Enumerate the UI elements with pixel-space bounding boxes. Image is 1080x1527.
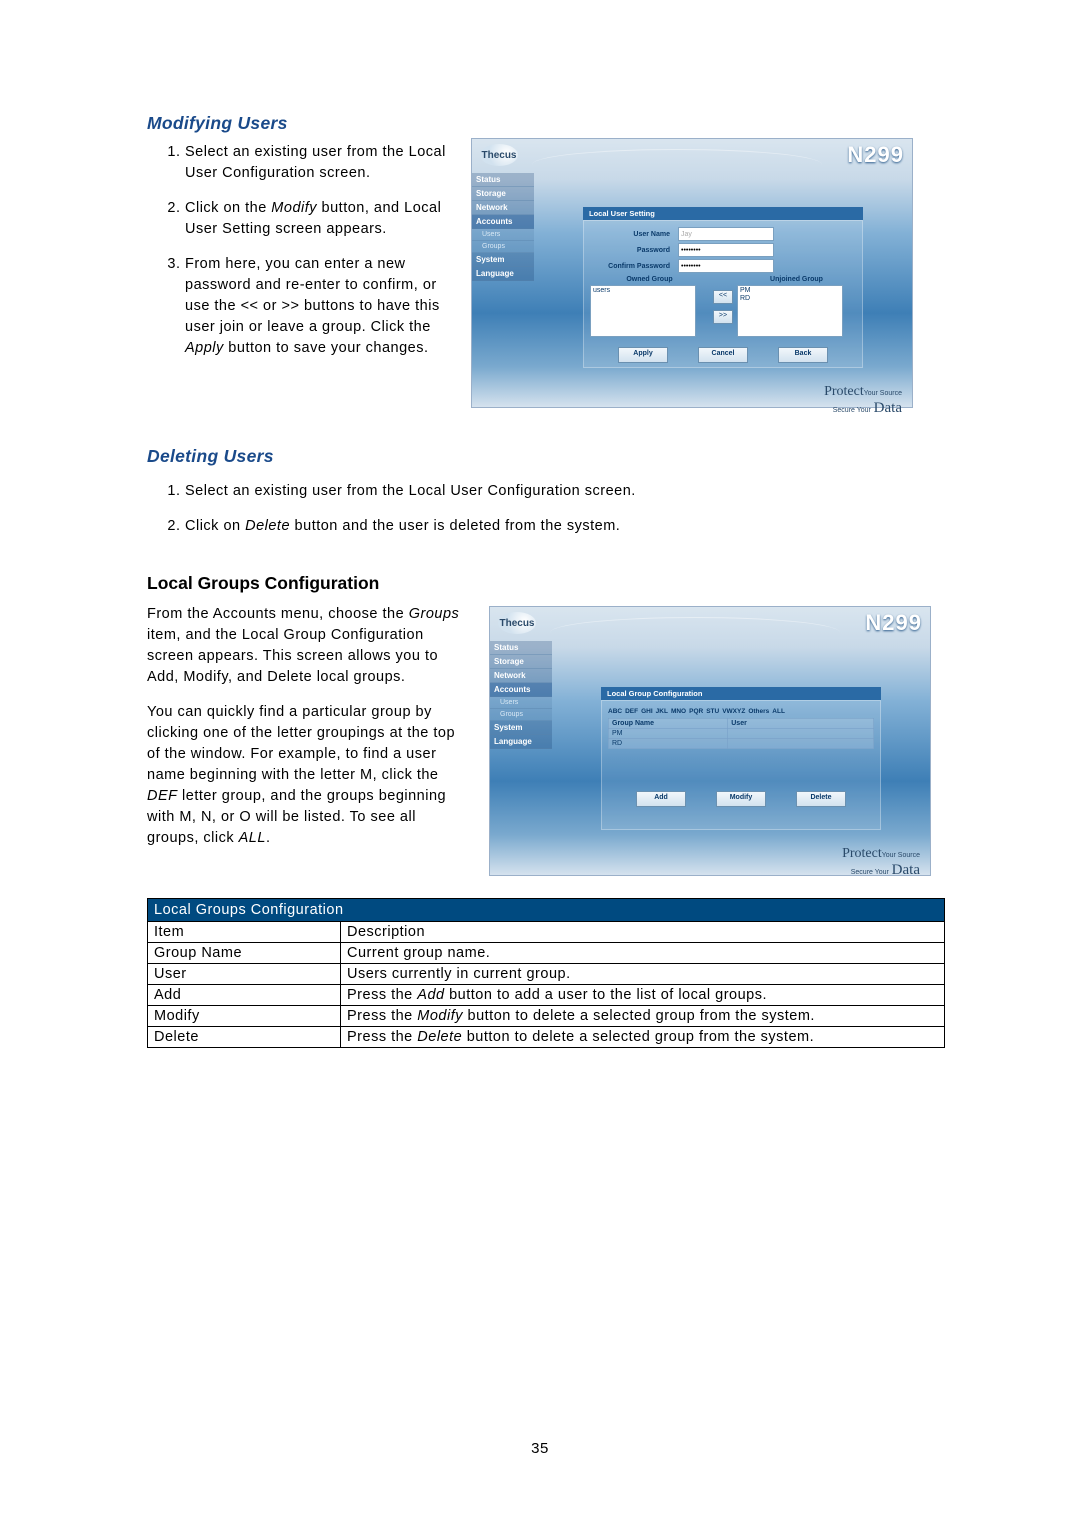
nav-users[interactable]: Users <box>472 229 534 241</box>
step: Click on the Modify button, and Local Us… <box>185 198 447 240</box>
panel-title: Local User Setting <box>583 207 863 220</box>
alpha-group[interactable]: STU <box>706 708 719 715</box>
nav-accounts[interactable]: Accounts <box>472 215 534 229</box>
section-deleting-users: Deleting Users <box>147 446 945 467</box>
nav-storage[interactable]: Storage <box>490 655 552 669</box>
alpha-filter: ABC DEF GHI JKL MNO PQR STU VWXYZ Others <box>608 708 874 715</box>
input-password[interactable] <box>678 243 774 257</box>
section-local-groups: Local Groups Configuration <box>147 573 945 594</box>
nav-status[interactable]: Status <box>472 173 534 187</box>
table-row: AddPress the Add button to add a user to… <box>148 985 945 1006</box>
alpha-group[interactable]: VWXYZ <box>722 708 745 715</box>
modifying-users-steps: Select an existing user from the Local U… <box>157 142 447 359</box>
nav-groups[interactable]: Groups <box>490 709 552 721</box>
back-button[interactable]: Back <box>778 347 828 363</box>
delete-button[interactable]: Delete <box>796 791 846 807</box>
table-row: Group NameCurrent group name. <box>148 943 945 964</box>
nav-network[interactable]: Network <box>472 201 534 215</box>
page-number: 35 <box>0 1440 1080 1457</box>
label-unjoined-group: Unjoined Group <box>737 276 856 283</box>
screenshot-local-group-config: Thecus N299 Status Storage Network Accou… <box>489 606 931 876</box>
nav-network[interactable]: Network <box>490 669 552 683</box>
apply-button[interactable]: Apply <box>618 347 668 363</box>
input-username[interactable] <box>678 227 774 241</box>
paragraph: From the Accounts menu, choose the Group… <box>147 604 465 688</box>
label-password: Password <box>590 247 678 254</box>
input-confirm[interactable] <box>678 259 774 273</box>
alpha-group[interactable]: PQR <box>689 708 703 715</box>
nav-language[interactable]: Language <box>472 267 534 281</box>
col-header: Item <box>148 922 341 943</box>
alpha-group[interactable]: ABC <box>608 708 622 715</box>
nav-storage[interactable]: Storage <box>472 187 534 201</box>
alpha-group[interactable]: JKL <box>656 708 668 715</box>
table-row: UserUsers currently in current group. <box>148 964 945 985</box>
sidebar-nav: Status Storage Network Accounts Users Gr… <box>472 171 534 378</box>
alpha-group[interactable]: DEF <box>625 708 638 715</box>
move-left-button[interactable]: << <box>713 290 733 304</box>
nav-system[interactable]: System <box>472 253 534 267</box>
doc-table: Local Groups Configuration Item Descript… <box>147 898 945 1048</box>
section-modifying-users: Modifying Users <box>147 113 945 134</box>
listbox-unjoined[interactable]: PM RD <box>737 285 843 337</box>
label-owned-group: Owned Group <box>590 276 709 283</box>
brand-logo: Thecus <box>498 612 536 634</box>
nav-users[interactable]: Users <box>490 697 552 709</box>
label-confirm: Confirm Password <box>590 263 678 270</box>
table-row[interactable]: PM <box>609 729 874 739</box>
brand-logo: Thecus <box>480 144 518 166</box>
add-button[interactable]: Add <box>636 791 686 807</box>
step: Select an existing user from the Local U… <box>185 481 945 502</box>
nav-status[interactable]: Status <box>490 641 552 655</box>
model-label: N299 <box>865 610 922 636</box>
model-label: N299 <box>847 142 904 168</box>
step: Click on Delete button and the user is d… <box>185 516 945 537</box>
alpha-group[interactable]: GHI <box>641 708 653 715</box>
step: Select an existing user from the Local U… <box>185 142 447 184</box>
paragraph: You can quickly find a particular group … <box>147 702 465 849</box>
modify-button[interactable]: Modify <box>716 791 766 807</box>
sidebar-nav: Status Storage Network Accounts Users Gr… <box>490 639 552 840</box>
deleting-users-steps: Select an existing user from the Local U… <box>157 481 945 537</box>
table-row[interactable]: RD <box>609 739 874 749</box>
col-header: Group Name <box>609 719 728 729</box>
label-username: User Name <box>590 231 678 238</box>
listbox-owned[interactable]: users <box>590 285 696 337</box>
footer-tagline: ProtectYour Source Secure Your Data <box>490 840 930 887</box>
alpha-group[interactable]: Others <box>748 708 769 715</box>
move-right-button[interactable]: >> <box>713 310 733 324</box>
col-header: Description <box>341 922 945 943</box>
step: From here, you can enter a new password … <box>185 254 447 359</box>
table-row: DeletePress the Delete button to delete … <box>148 1027 945 1048</box>
cancel-button[interactable]: Cancel <box>698 347 748 363</box>
nav-system[interactable]: System <box>490 721 552 735</box>
groups-table: Group Name User PM RD <box>608 718 874 749</box>
alpha-group[interactable]: MNO <box>671 708 686 715</box>
nav-accounts[interactable]: Accounts <box>490 683 552 697</box>
table-title: Local Groups Configuration <box>148 899 945 922</box>
nav-groups[interactable]: Groups <box>472 241 534 253</box>
col-header: User <box>728 719 874 729</box>
alpha-group[interactable]: ALL <box>772 708 785 715</box>
footer-tagline: ProtectYour Source Secure Your Data <box>472 378 912 425</box>
panel-title: Local Group Configuration <box>601 687 881 700</box>
nav-language[interactable]: Language <box>490 735 552 749</box>
table-row: ModifyPress the Modify button to delete … <box>148 1006 945 1027</box>
screenshot-local-user-setting: Thecus N299 Status Storage Network Accou… <box>471 138 913 408</box>
